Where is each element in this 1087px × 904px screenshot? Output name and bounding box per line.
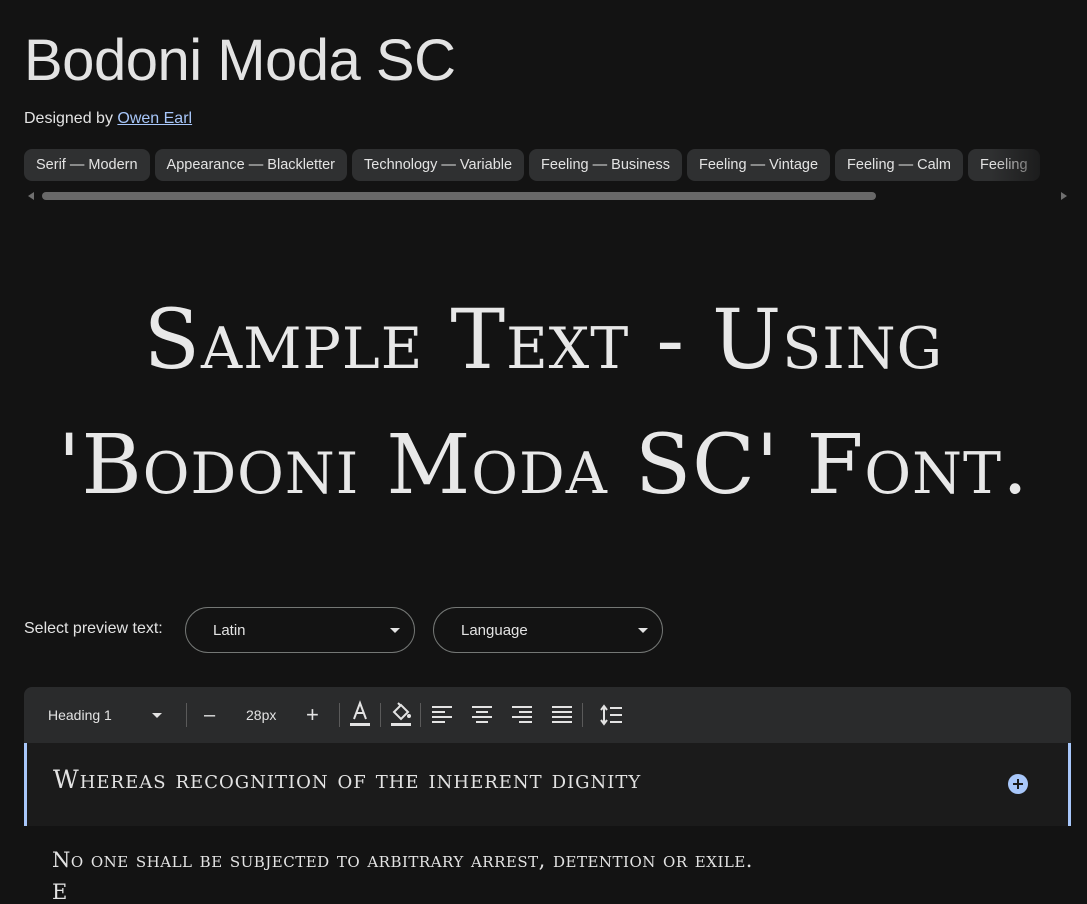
text-color-icon [350,700,370,726]
font-family-title: Bodoni Moda SC [24,28,456,93]
toolbar-divider [380,703,381,727]
language-select[interactable]: Language [433,607,663,653]
tag-chip[interactable]: Feeling — Vintage [687,149,831,181]
editor-paragraph-text[interactable]: No one shall be subjected to arbitrary a… [52,848,753,872]
tag-list: Serif — Modern Appearance — Blackletter Te… [24,149,1071,181]
tag-chip[interactable]: Technology — Variable [352,149,525,181]
align-center-icon [472,706,492,723]
editor-toolbar: Heading 1 – 28px + [24,687,1071,743]
toolbar-divider [420,703,421,727]
line-height-button[interactable] [599,687,623,743]
toolbar-divider [339,703,340,727]
align-right-button[interactable] [511,687,533,743]
text-color-button[interactable] [349,687,371,743]
tag-chip[interactable]: Feeling — Business [529,149,682,181]
designer-link[interactable]: Owen Earl [117,110,192,127]
toolbar-divider [582,703,583,727]
sample-text-preview: Sample Text - Using 'Bodoni Moda SC' Fon… [40,278,1047,528]
tag-chip[interactable]: Feeling — Calm [835,149,963,181]
tag-chip[interactable]: Feeling [967,149,1040,181]
tag-chip[interactable]: Appearance — Blackletter [154,149,347,181]
editor-heading-text[interactable]: Whereas recognition of the inherent dign… [53,765,641,794]
chevron-down-icon [390,628,400,633]
script-select-value: Latin [213,622,246,639]
align-left-icon [432,706,452,723]
line-height-icon [600,704,622,726]
tag-chip[interactable]: Serif — Modern [24,149,150,181]
align-center-button[interactable] [471,687,493,743]
designer-line: Designed by Owen Earl [24,110,192,128]
add-icon[interactable] [1008,774,1028,794]
align-right-icon [512,706,532,723]
editor-heading-row[interactable]: Whereas recognition of the inherent dign… [24,743,1071,826]
scrollbar-thumb[interactable] [42,192,876,200]
align-left-button[interactable] [431,687,453,743]
highlight-color-button[interactable] [390,687,412,743]
sample-line-2: 'Bodoni Moda SC' Font. [57,418,1030,513]
sample-line-1: Sample Text - Using [143,293,944,388]
fill-bucket-icon [391,702,411,726]
align-justify-button[interactable] [551,687,573,743]
language-select-value: Language [461,622,528,639]
align-justify-icon [552,706,572,723]
chevron-down-icon [638,628,648,633]
script-select[interactable]: Latin [185,607,415,653]
preview-text-label: Select preview text: [24,620,163,637]
increase-font-size-button[interactable]: + [306,687,319,743]
text-style-value: Heading 1 [48,707,112,723]
decrease-font-size-button[interactable]: – [204,687,215,743]
text-style-select[interactable]: Heading 1 [48,687,178,743]
scroll-right-arrow-icon[interactable] [1061,192,1067,200]
editor-next-line-text[interactable]: E [52,880,67,904]
designed-by-label: Designed by [24,110,118,127]
font-size-value: 28px [246,707,277,723]
tags-scrollbar[interactable] [24,189,1071,203]
toolbar-divider [186,703,187,727]
scroll-left-arrow-icon[interactable] [28,192,34,200]
chevron-down-icon [152,713,162,718]
